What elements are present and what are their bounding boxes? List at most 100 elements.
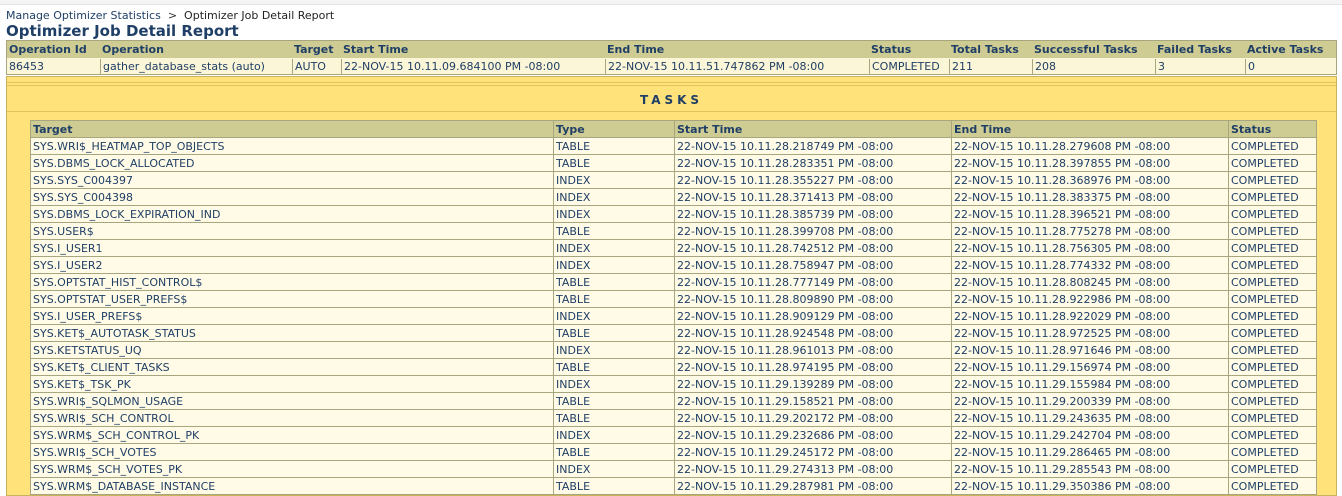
cell-status: COMPLETED [1228,443,1317,461]
cell-start-time: 22-NOV-15 10.11.28.909129 PM -08:00 [674,307,952,325]
cell-target: SYS.DBMS_LOCK_EXPIRATION_IND [30,205,554,223]
cell-start-time: 22-NOV-15 10.11.28.742512 PM -08:00 [674,239,952,257]
cell-start-time: 22-NOV-15 10.11.28.924548 PM -08:00 [674,324,952,342]
cell-type: INDEX [553,256,675,274]
cell-status: COMPLETED [1228,324,1317,342]
cell-target: SYS.SYS_C004397 [30,171,554,189]
value-end-time: 22-NOV-15 10.11.51.747862 PM -08:00 [605,59,869,75]
cell-status: COMPLETED [1228,409,1317,427]
cell-type: INDEX [553,375,675,393]
table-row: SYS.I_USER_PREFS$ INDEX 22-NOV-15 10.11.28… [30,307,1317,325]
header-successful-tasks: Successful Tasks [1034,43,1138,56]
cell-target: SYS.WRI$_SCH_CONTROL [30,409,554,427]
cell-target: SYS.WRI$_SQLMON_USAGE [30,392,554,410]
table-row: SYS.KET$_TSK_PK INDEX 22-NOV-15 10.11.29.1… [30,375,1317,393]
header-total-tasks: Total Tasks [951,43,1019,56]
cell-end-time: 22-NOV-15 10.11.28.808245 PM -08:00 [951,273,1229,291]
cell-status: COMPLETED [1228,154,1317,172]
column-header-status: Status [1228,120,1317,138]
cell-end-time: 22-NOV-15 10.11.28.775278 PM -08:00 [951,222,1229,240]
cell-start-time: 22-NOV-15 10.11.29.202172 PM -08:00 [674,409,952,427]
cell-end-time: 22-NOV-15 10.11.28.279608 PM -08:00 [951,137,1229,155]
cell-type: INDEX [553,171,675,189]
cell-status: COMPLETED [1228,460,1317,478]
cell-start-time: 22-NOV-15 10.11.28.385739 PM -08:00 [674,205,952,223]
cell-type: INDEX [553,307,675,325]
table-row: SYS.OPTSTAT_HIST_CONTROL$ TABLE 22-NOV-15 … [30,273,1317,291]
cell-type: TABLE [553,392,675,410]
cell-start-time: 22-NOV-15 10.11.29.274313 PM -08:00 [674,460,952,478]
header-operation: Operation [102,43,164,56]
cell-start-time: 22-NOV-15 10.11.28.777149 PM -08:00 [674,273,952,291]
breadcrumb-separator: > [167,9,178,22]
cell-target: SYS.KET$_TSK_PK [30,375,554,393]
table-row: SYS.WRM$_SCH_CONTROL_PK INDEX 22-NOV-15 10… [30,426,1317,444]
tasks-section: TASKS Target Type Start Time End Time St… [6,76,1337,496]
cell-end-time: 22-NOV-15 10.11.29.156974 PM -08:00 [951,358,1229,376]
cell-type: INDEX [553,460,675,478]
cell-end-time: 22-NOV-15 10.11.29.285543 PM -08:00 [951,460,1229,478]
cell-type: TABLE [553,324,675,342]
table-row: SYS.DBMS_LOCK_EXPIRATION_IND INDEX 22-NOV-… [30,205,1317,223]
cell-target: SYS.OPTSTAT_USER_PREFS$ [30,290,554,308]
cell-end-time: 22-NOV-15 10.11.28.397855 PM -08:00 [951,154,1229,172]
cell-target: SYS.WRM$_DATABASE_INSTANCE [30,477,554,495]
table-row: SYS.SYS_C004398 INDEX 22-NOV-15 10.11.28.3… [30,188,1317,206]
table-row: SYS.WRM$_SCH_VOTES_PK INDEX 22-NOV-15 10.1… [30,460,1317,478]
cell-type: TABLE [553,358,675,376]
cell-type: TABLE [553,273,675,291]
table-row: SYS.I_USER1 INDEX 22-NOV-15 10.11.28.74251… [30,239,1317,257]
header-active-tasks: Active Tasks [1247,43,1324,56]
value-active-tasks: 0 [1245,59,1336,75]
tasks-divider [7,82,1336,83]
cell-target: SYS.KET$_CLIENT_TASKS [30,358,554,376]
cell-target: SYS.I_USER2 [30,256,554,274]
table-row: SYS.WRI$_SCH_CONTROL TABLE 22-NOV-15 10.11… [30,409,1317,427]
page-title: Optimizer Job Detail Report [6,22,239,40]
tasks-header-row: Target Type Start Time End Time Status [30,120,1317,138]
value-total-tasks: 211 [949,59,1032,75]
cell-status: COMPLETED [1228,477,1317,495]
cell-target: SYS.WRM$_SCH_VOTES_PK [30,460,554,478]
cell-status: COMPLETED [1228,222,1317,240]
cell-type: INDEX [553,205,675,223]
cell-end-time: 22-NOV-15 10.11.29.243635 PM -08:00 [951,409,1229,427]
cell-status: COMPLETED [1228,341,1317,359]
value-start-time: 22-NOV-15 10.11.09.684100 PM -08:00 [341,59,605,75]
cell-type: INDEX [553,426,675,444]
tasks-body: SYS.WRI$_HEATMAP_TOP_OBJECTS TABLE 22-NOV-… [30,137,1317,495]
table-row: SYS.KETSTATUS_UQ INDEX 22-NOV-15 10.11.28.… [30,341,1317,359]
cell-type: TABLE [553,443,675,461]
table-row: SYS.WRM$_DATABASE_INSTANCE TABLE 22-NOV-15… [30,477,1317,495]
table-row: SYS.KET$_CLIENT_TASKS TABLE 22-NOV-15 10.1… [30,358,1317,376]
cell-type: TABLE [553,409,675,427]
table-row: SYS.WRI$_HEATMAP_TOP_OBJECTS TABLE 22-NOV-… [30,137,1317,155]
header-target: Target [294,43,334,56]
table-row: SYS.WRI$_SQLMON_USAGE TABLE 22-NOV-15 10.1… [30,392,1317,410]
cell-start-time: 22-NOV-15 10.11.28.218749 PM -08:00 [674,137,952,155]
cell-type: TABLE [553,477,675,495]
table-row: SYS.USER$ TABLE 22-NOV-15 10.11.28.399708 … [30,222,1317,240]
column-header-target: Target [30,120,554,138]
column-header-type: Type [553,120,675,138]
cell-target: SYS.WRI$_HEATMAP_TOP_OBJECTS [30,137,554,155]
tasks-divider [7,85,1336,86]
value-successful-tasks: 208 [1032,59,1155,75]
cell-end-time: 22-NOV-15 10.11.29.155984 PM -08:00 [951,375,1229,393]
breadcrumb-link-manage-optimizer-statistics[interactable]: Manage Optimizer Statistics [6,9,161,22]
operation-summary-table: Operation Id Operation Target Start Time… [6,40,1337,75]
cell-status: COMPLETED [1228,137,1317,155]
cell-status: COMPLETED [1228,205,1317,223]
cell-end-time: 22-NOV-15 10.11.28.383375 PM -08:00 [951,188,1229,206]
cell-type: TABLE [553,154,675,172]
table-row: SYS.I_USER2 INDEX 22-NOV-15 10.11.28.75894… [30,256,1317,274]
cell-end-time: 22-NOV-15 10.11.29.242704 PM -08:00 [951,426,1229,444]
cell-target: SYS.I_USER1 [30,239,554,257]
cell-status: COMPLETED [1228,358,1317,376]
cell-target: SYS.WRI$_SCH_VOTES [30,443,554,461]
cell-start-time: 22-NOV-15 10.11.28.809890 PM -08:00 [674,290,952,308]
cell-target: SYS.USER$ [30,222,554,240]
cell-start-time: 22-NOV-15 10.11.29.139289 PM -08:00 [674,375,952,393]
table-row: SYS.OPTSTAT_USER_PREFS$ TABLE 22-NOV-15 10… [30,290,1317,308]
cell-start-time: 22-NOV-15 10.11.28.974195 PM -08:00 [674,358,952,376]
